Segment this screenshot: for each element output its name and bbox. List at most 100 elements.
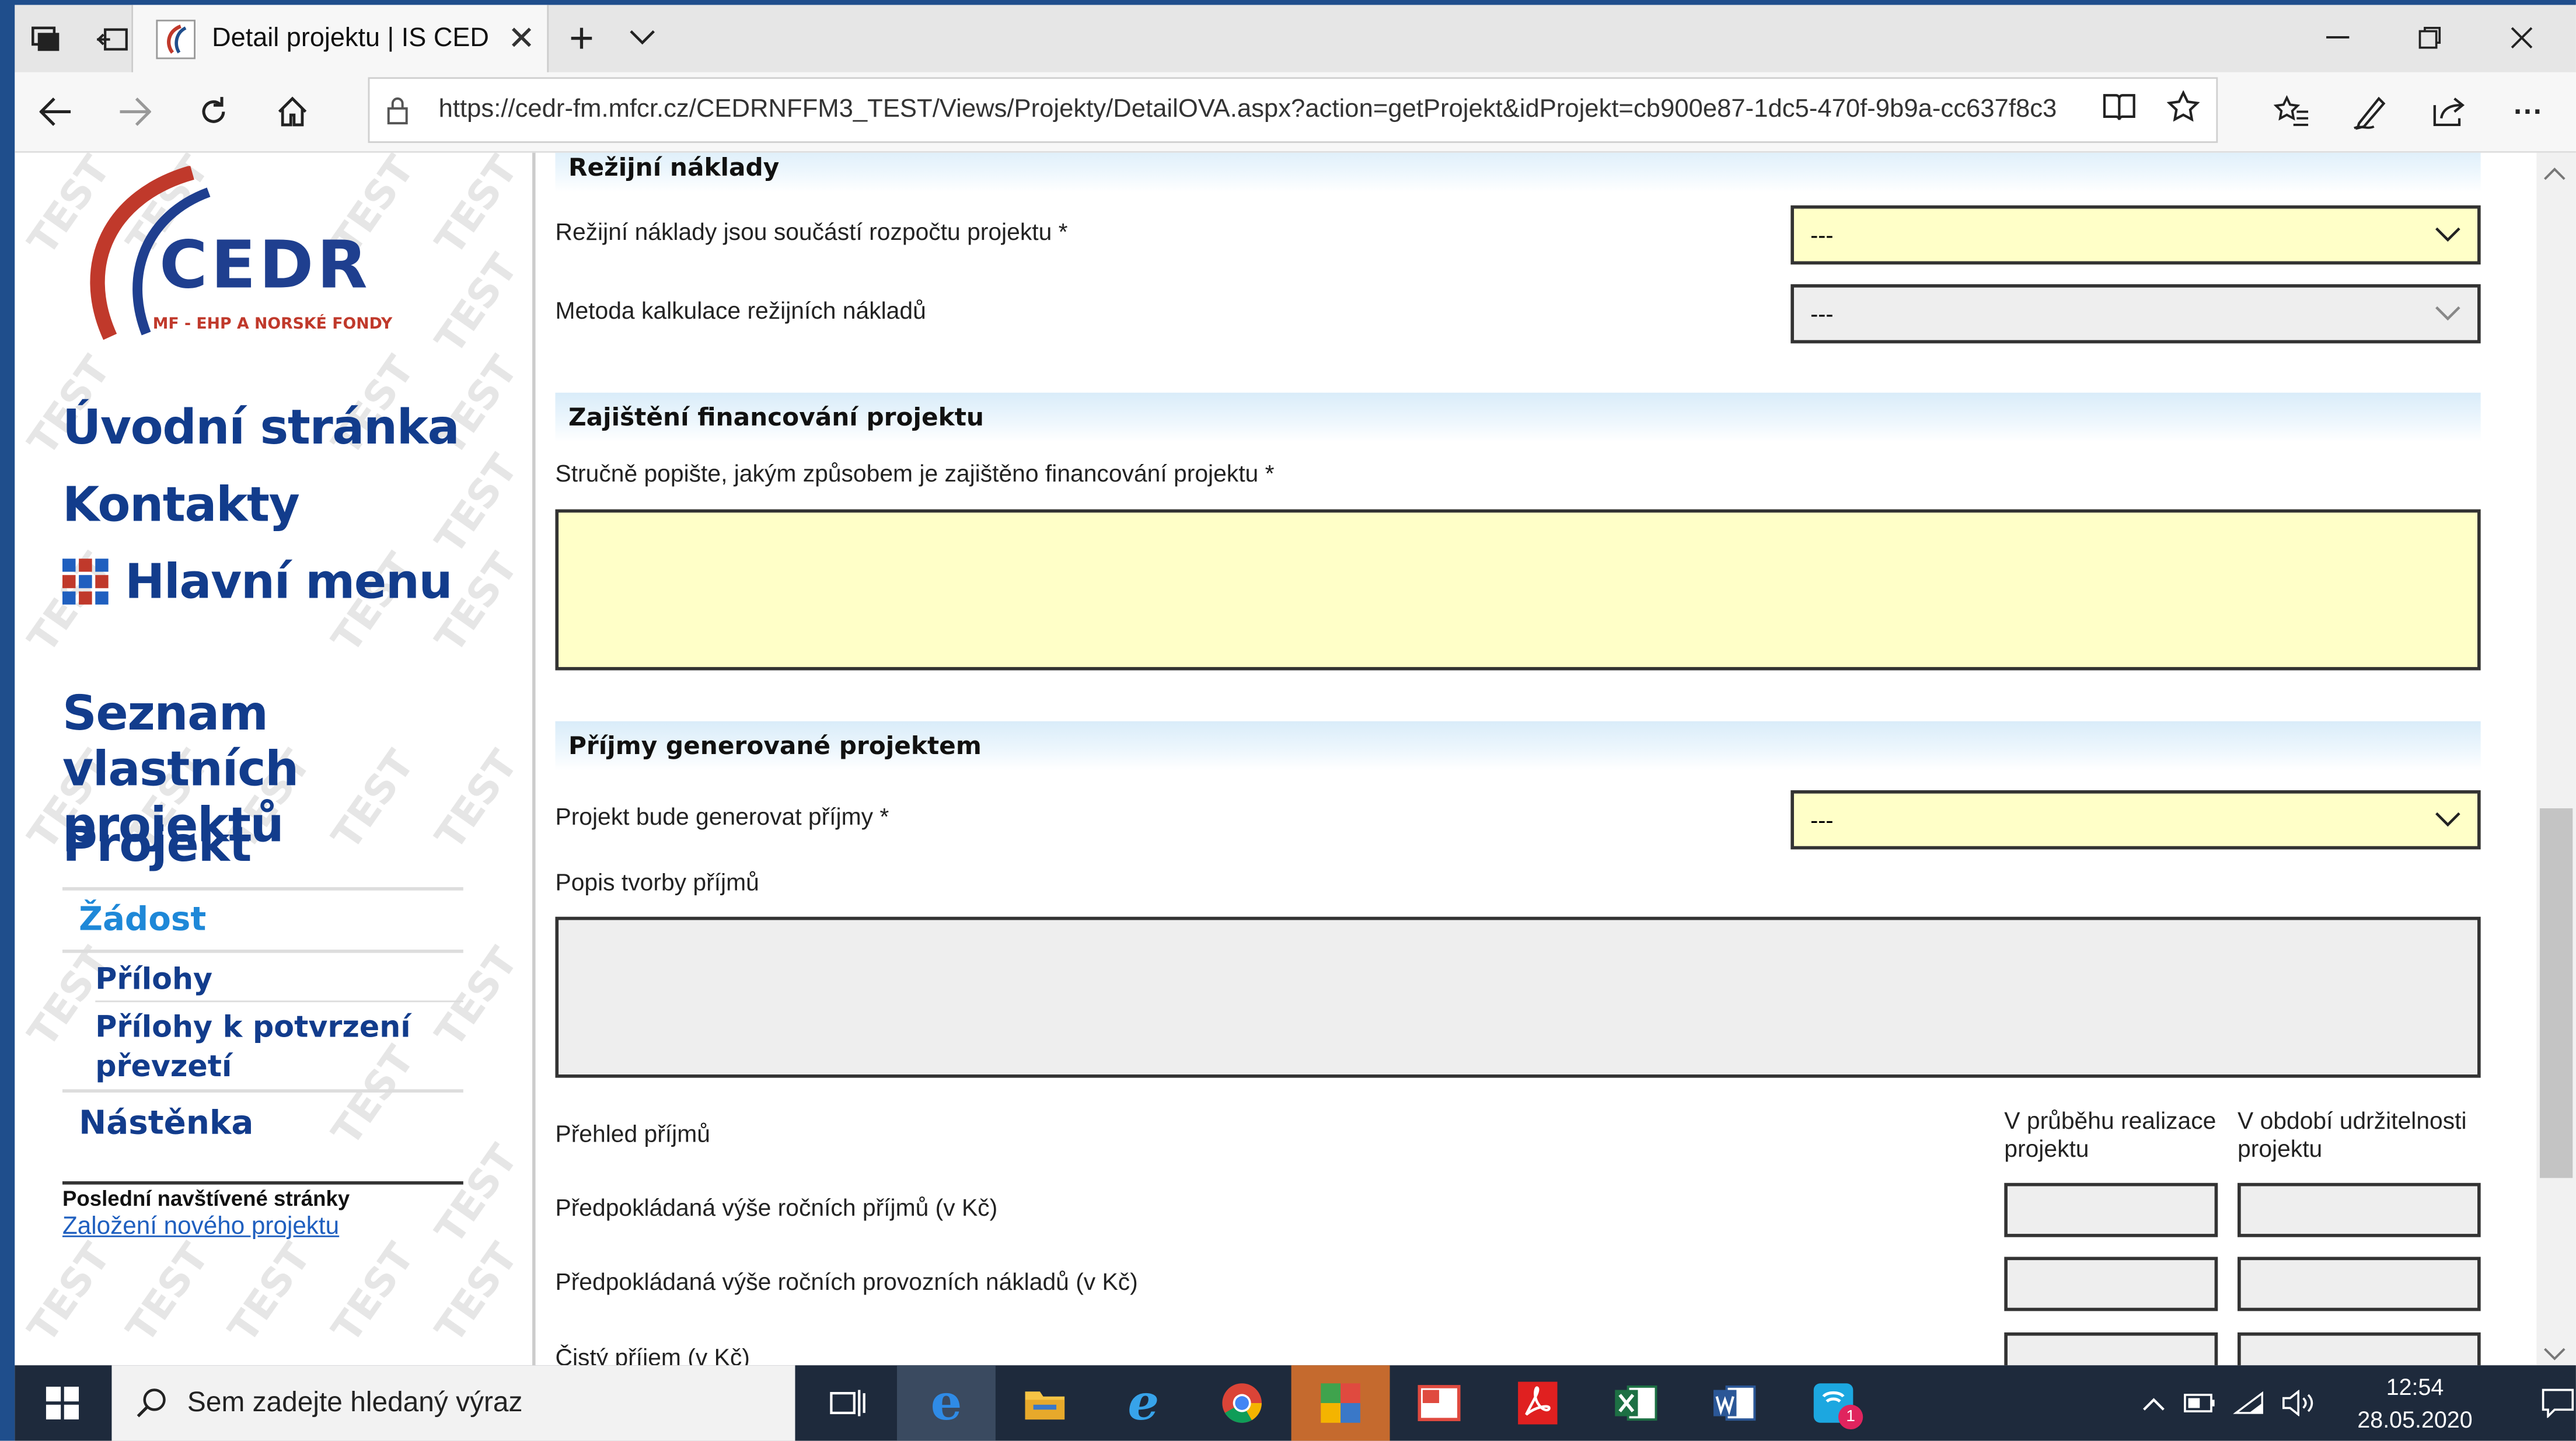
sidebar: TEST TEST TEST TEST TEST TEST TEST TEST … xyxy=(15,152,533,1366)
close-tab-icon[interactable]: ✕ xyxy=(508,18,535,59)
nav-attachments-confirm-link-line2[interactable]: převzetí xyxy=(95,1050,232,1084)
row-annual-income-label: Předpokládaná výše ročních příjmů (v Kč) xyxy=(555,1196,998,1223)
messenger-app-icon[interactable]: 1 xyxy=(1784,1365,1883,1440)
section-financing-header: Zajištění financování projektu xyxy=(555,392,2481,442)
page-scrollbar[interactable] xyxy=(2536,152,2576,1366)
nav-contacts-link[interactable]: Kontakty xyxy=(62,476,300,532)
section-income-title: Příjmy generované projektem xyxy=(568,731,982,761)
colorful-app-icon[interactable] xyxy=(1291,1365,1390,1441)
row-net-income-label: Čistý příjem (v Kč) xyxy=(555,1345,750,1366)
financing-textarea[interactable] xyxy=(555,509,2481,671)
clock-time: 12:54 xyxy=(2386,1373,2444,1400)
taskbar-apps: e e 1 xyxy=(798,1365,1883,1441)
reading-view-icon[interactable] xyxy=(2101,91,2137,129)
nav-buttons xyxy=(18,74,330,149)
edge-browser-icon[interactable]: e xyxy=(896,1365,996,1441)
nav-dashboard-link[interactable]: Nástěnka xyxy=(79,1102,253,1142)
url-text[interactable]: https://cedr-fm.mfcr.cz/CEDRNFFM3_TEST/V… xyxy=(439,95,2082,125)
overhead-method-label: Metoda kalkulace režijních nákladů xyxy=(555,299,926,326)
nav-home-link[interactable]: Úvodní stránka xyxy=(62,399,460,455)
more-menu-button[interactable]: ··· xyxy=(2491,74,2566,149)
lock-icon xyxy=(369,95,425,125)
windows-logo-icon xyxy=(46,1386,79,1420)
clock[interactable]: 12:54 28.05.2020 xyxy=(2333,1370,2497,1436)
section-financing-title: Zajištění financování projektu xyxy=(568,402,984,432)
system-tray: 12:54 28.05.2020 xyxy=(2132,1365,2576,1440)
wifi-icon[interactable] xyxy=(2225,1390,2274,1416)
net-income-realization-input[interactable] xyxy=(2004,1332,2218,1366)
taskbar-search-box[interactable]: Sem zadejte hledaný výraz xyxy=(111,1365,795,1441)
main-content: Režijní náklady Režijní náklady jsou sou… xyxy=(535,152,2537,1366)
annual-income-sustain-input[interactable] xyxy=(2238,1182,2481,1237)
home-icon[interactable] xyxy=(254,74,330,149)
chrome-icon[interactable] xyxy=(1193,1365,1292,1440)
cedr-logo[interactable]: CEDR MF - EHP A NORSKÉ FONDY xyxy=(64,166,425,347)
overhead-in-budget-select[interactable]: --- xyxy=(1790,205,2481,265)
income-overview-label: Přehled příjmů xyxy=(555,1122,710,1149)
logo-subtitle: MF - EHP A NORSKÉ FONDY xyxy=(152,315,393,334)
acrobat-icon[interactable] xyxy=(1488,1365,1587,1440)
net-income-sustain-input[interactable] xyxy=(2238,1332,2481,1366)
share-icon[interactable] xyxy=(2411,74,2487,149)
minimize-icon[interactable] xyxy=(2300,8,2375,67)
window-frame-left xyxy=(0,0,15,1441)
internet-explorer-icon[interactable]: e xyxy=(1094,1365,1193,1440)
row-annual-costs-label: Předpokládaná výše ročních provozních ná… xyxy=(555,1269,1138,1297)
scroll-up-icon[interactable] xyxy=(2543,159,2566,189)
file-explorer-icon[interactable] xyxy=(996,1365,1094,1440)
start-button[interactable] xyxy=(15,1365,110,1440)
nav-project-link[interactable]: Projekt xyxy=(62,817,252,873)
favorite-star-icon[interactable] xyxy=(2166,89,2200,130)
nav-request-link[interactable]: Žádost xyxy=(79,899,206,938)
recent-divider xyxy=(62,1181,463,1185)
excel-icon[interactable] xyxy=(1587,1365,1685,1440)
chevron-down-icon xyxy=(2435,227,2460,242)
word-icon[interactable] xyxy=(1685,1365,1784,1440)
overhead-method-select[interactable]: --- xyxy=(1790,284,2481,344)
financing-label: Stručně popište, jakým způsobem je zajiš… xyxy=(555,462,1275,489)
income-generate-select[interactable]: --- xyxy=(1790,790,2481,850)
recent-page-link[interactable]: Založení nového projektu xyxy=(62,1212,339,1240)
col-realization-line1: V průběhu realizace xyxy=(2004,1109,2217,1136)
new-tab-button[interactable]: + xyxy=(552,10,611,66)
pen-notes-icon[interactable] xyxy=(2333,74,2408,149)
nav-attachments-link[interactable]: Přílohy xyxy=(95,963,212,997)
col-sustain-header: V období udržitelnosti projektu xyxy=(2238,1109,2467,1165)
tab-list-icon[interactable] xyxy=(18,11,74,67)
chevron-down-icon xyxy=(2435,306,2460,321)
task-view-icon[interactable] xyxy=(798,1365,897,1440)
battery-icon[interactable] xyxy=(2175,1393,2224,1413)
volume-icon[interactable] xyxy=(2274,1390,2323,1416)
nav-attachments-confirm-link[interactable]: Přílohy k potvrzení xyxy=(95,1010,410,1045)
chevron-up-icon[interactable] xyxy=(2132,1395,2175,1410)
income-desc-textarea[interactable] xyxy=(555,916,2481,1078)
back-arrow-icon[interactable] xyxy=(18,74,93,149)
toolbar-right: ··· xyxy=(2254,74,2566,149)
annual-costs-realization-input[interactable] xyxy=(2004,1257,2218,1311)
restore-icon[interactable] xyxy=(2392,8,2467,67)
scrollbar-thumb[interactable] xyxy=(2539,808,2573,1178)
window-frame-top xyxy=(0,0,2576,5)
active-tab[interactable]: Detail projektu | IS CEDI ✕ xyxy=(131,5,549,72)
income-desc-label: Popis tvorby příjmů xyxy=(555,870,759,897)
document-app-icon[interactable] xyxy=(1390,1365,1488,1440)
overhead-method-value: --- xyxy=(1810,301,1834,327)
annual-income-realization-input[interactable] xyxy=(2004,1182,2218,1237)
forward-arrow-icon[interactable] xyxy=(97,74,172,149)
window-controls xyxy=(2300,8,2560,67)
col-realization-line2: projektu xyxy=(2004,1136,2089,1164)
main-menu-grid-icon xyxy=(62,559,109,605)
sidebar-separator xyxy=(95,1000,463,1003)
tab-preview-chevron-icon[interactable] xyxy=(617,13,666,62)
nav-main-menu-link[interactable]: Hlavní menu xyxy=(62,554,453,609)
refresh-icon[interactable] xyxy=(176,74,251,149)
search-placeholder: Sem zadejte hledaný výraz xyxy=(187,1386,523,1418)
favorites-hub-icon[interactable] xyxy=(2254,74,2329,149)
sidebar-separator xyxy=(62,950,463,953)
address-bar[interactable]: https://cedr-fm.mfcr.cz/CEDRNFFM3_TEST/V… xyxy=(368,77,2218,143)
action-center-icon[interactable] xyxy=(2517,1388,2576,1418)
close-window-icon[interactable] xyxy=(2484,8,2559,67)
favicon-icon xyxy=(156,19,196,58)
annual-costs-sustain-input[interactable] xyxy=(2238,1257,2481,1311)
chevron-down-icon xyxy=(2435,812,2460,827)
